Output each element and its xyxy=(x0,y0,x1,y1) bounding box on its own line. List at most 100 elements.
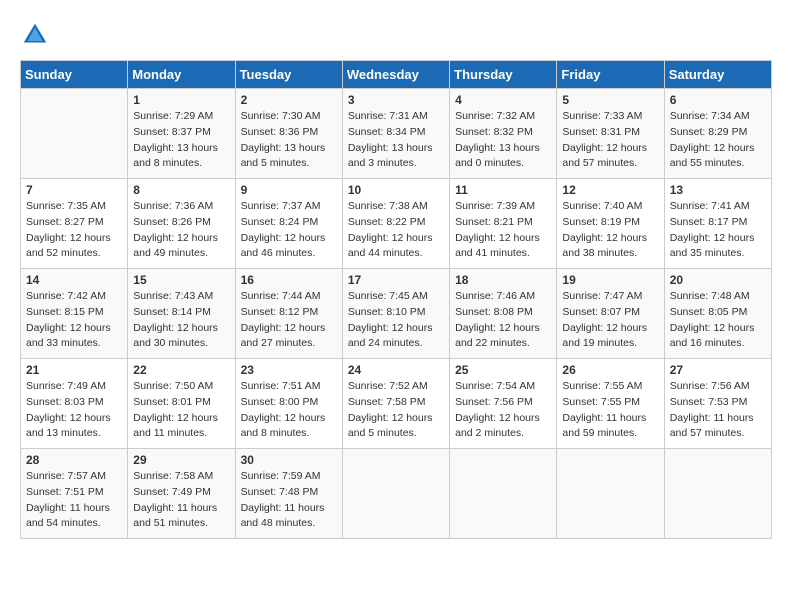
day-number: 21 xyxy=(26,363,122,377)
sunrise: Sunrise: 7:34 AM xyxy=(670,110,750,122)
day-info: Sunrise: 7:43 AM Sunset: 8:14 PM Dayligh… xyxy=(133,289,229,352)
daylight: Daylight: 13 hours and 8 minutes. xyxy=(133,142,218,170)
day-cell: 17 Sunrise: 7:45 AM Sunset: 8:10 PM Dayl… xyxy=(342,269,449,359)
day-cell: 9 Sunrise: 7:37 AM Sunset: 8:24 PM Dayli… xyxy=(235,179,342,269)
week-row-3: 21 Sunrise: 7:49 AM Sunset: 8:03 PM Dayl… xyxy=(21,359,772,449)
day-cell: 20 Sunrise: 7:48 AM Sunset: 8:05 PM Dayl… xyxy=(664,269,771,359)
day-cell: 29 Sunrise: 7:58 AM Sunset: 7:49 PM Dayl… xyxy=(128,449,235,539)
day-number: 17 xyxy=(348,273,444,287)
day-number: 27 xyxy=(670,363,766,377)
daylight: Daylight: 13 hours and 3 minutes. xyxy=(348,142,433,170)
sunrise: Sunrise: 7:46 AM xyxy=(455,290,535,302)
sunset: Sunset: 8:27 PM xyxy=(26,216,104,228)
sunset: Sunset: 8:05 PM xyxy=(670,306,748,318)
daylight: Daylight: 11 hours and 48 minutes. xyxy=(241,502,325,530)
daylight: Daylight: 12 hours and 11 minutes. xyxy=(133,412,218,440)
sunset: Sunset: 8:10 PM xyxy=(348,306,426,318)
sunset: Sunset: 7:53 PM xyxy=(670,396,748,408)
daylight: Daylight: 12 hours and 41 minutes. xyxy=(455,232,540,260)
sunset: Sunset: 8:14 PM xyxy=(133,306,211,318)
day-number: 2 xyxy=(241,93,337,107)
daylight: Daylight: 12 hours and 38 minutes. xyxy=(562,232,647,260)
sunset: Sunset: 7:51 PM xyxy=(26,486,104,498)
day-number: 19 xyxy=(562,273,658,287)
sunrise: Sunrise: 7:32 AM xyxy=(455,110,535,122)
day-number: 18 xyxy=(455,273,551,287)
day-info: Sunrise: 7:33 AM Sunset: 8:31 PM Dayligh… xyxy=(562,109,658,172)
day-info: Sunrise: 7:37 AM Sunset: 8:24 PM Dayligh… xyxy=(241,199,337,262)
day-info: Sunrise: 7:46 AM Sunset: 8:08 PM Dayligh… xyxy=(455,289,551,352)
logo xyxy=(20,20,54,50)
day-info: Sunrise: 7:45 AM Sunset: 8:10 PM Dayligh… xyxy=(348,289,444,352)
day-cell: 15 Sunrise: 7:43 AM Sunset: 8:14 PM Dayl… xyxy=(128,269,235,359)
day-number: 12 xyxy=(562,183,658,197)
sunset: Sunset: 7:56 PM xyxy=(455,396,533,408)
sunrise: Sunrise: 7:59 AM xyxy=(241,470,321,482)
header-friday: Friday xyxy=(557,61,664,89)
day-cell: 6 Sunrise: 7:34 AM Sunset: 8:29 PM Dayli… xyxy=(664,89,771,179)
sunrise: Sunrise: 7:31 AM xyxy=(348,110,428,122)
week-row-2: 14 Sunrise: 7:42 AM Sunset: 8:15 PM Dayl… xyxy=(21,269,772,359)
day-cell: 28 Sunrise: 7:57 AM Sunset: 7:51 PM Dayl… xyxy=(21,449,128,539)
day-number: 16 xyxy=(241,273,337,287)
daylight: Daylight: 12 hours and 22 minutes. xyxy=(455,322,540,350)
daylight: Daylight: 12 hours and 2 minutes. xyxy=(455,412,540,440)
daylight: Daylight: 12 hours and 5 minutes. xyxy=(348,412,433,440)
day-info: Sunrise: 7:56 AM Sunset: 7:53 PM Dayligh… xyxy=(670,379,766,442)
day-info: Sunrise: 7:36 AM Sunset: 8:26 PM Dayligh… xyxy=(133,199,229,262)
day-cell: 12 Sunrise: 7:40 AM Sunset: 8:19 PM Dayl… xyxy=(557,179,664,269)
daylight: Daylight: 12 hours and 13 minutes. xyxy=(26,412,111,440)
daylight: Daylight: 12 hours and 35 minutes. xyxy=(670,232,755,260)
sunrise: Sunrise: 7:40 AM xyxy=(562,200,642,212)
sunrise: Sunrise: 7:56 AM xyxy=(670,380,750,392)
day-cell xyxy=(664,449,771,539)
day-info: Sunrise: 7:39 AM Sunset: 8:21 PM Dayligh… xyxy=(455,199,551,262)
day-cell xyxy=(342,449,449,539)
day-cell: 25 Sunrise: 7:54 AM Sunset: 7:56 PM Dayl… xyxy=(450,359,557,449)
daylight: Daylight: 13 hours and 5 minutes. xyxy=(241,142,326,170)
sunrise: Sunrise: 7:43 AM xyxy=(133,290,213,302)
day-cell: 4 Sunrise: 7:32 AM Sunset: 8:32 PM Dayli… xyxy=(450,89,557,179)
day-info: Sunrise: 7:41 AM Sunset: 8:17 PM Dayligh… xyxy=(670,199,766,262)
day-number: 15 xyxy=(133,273,229,287)
day-cell: 23 Sunrise: 7:51 AM Sunset: 8:00 PM Dayl… xyxy=(235,359,342,449)
day-number: 25 xyxy=(455,363,551,377)
sunrise: Sunrise: 7:39 AM xyxy=(455,200,535,212)
sunrise: Sunrise: 7:36 AM xyxy=(133,200,213,212)
day-number: 24 xyxy=(348,363,444,377)
header-thursday: Thursday xyxy=(450,61,557,89)
day-cell: 3 Sunrise: 7:31 AM Sunset: 8:34 PM Dayli… xyxy=(342,89,449,179)
day-info: Sunrise: 7:40 AM Sunset: 8:19 PM Dayligh… xyxy=(562,199,658,262)
header-sunday: Sunday xyxy=(21,61,128,89)
sunset: Sunset: 8:37 PM xyxy=(133,126,211,138)
day-info: Sunrise: 7:49 AM Sunset: 8:03 PM Dayligh… xyxy=(26,379,122,442)
daylight: Daylight: 12 hours and 49 minutes. xyxy=(133,232,218,260)
day-cell xyxy=(450,449,557,539)
sunrise: Sunrise: 7:35 AM xyxy=(26,200,106,212)
day-cell: 22 Sunrise: 7:50 AM Sunset: 8:01 PM Dayl… xyxy=(128,359,235,449)
sunrise: Sunrise: 7:38 AM xyxy=(348,200,428,212)
daylight: Daylight: 12 hours and 46 minutes. xyxy=(241,232,326,260)
day-info: Sunrise: 7:34 AM Sunset: 8:29 PM Dayligh… xyxy=(670,109,766,172)
sunset: Sunset: 7:58 PM xyxy=(348,396,426,408)
day-info: Sunrise: 7:44 AM Sunset: 8:12 PM Dayligh… xyxy=(241,289,337,352)
day-info: Sunrise: 7:50 AM Sunset: 8:01 PM Dayligh… xyxy=(133,379,229,442)
day-cell: 10 Sunrise: 7:38 AM Sunset: 8:22 PM Dayl… xyxy=(342,179,449,269)
day-info: Sunrise: 7:29 AM Sunset: 8:37 PM Dayligh… xyxy=(133,109,229,172)
day-info: Sunrise: 7:59 AM Sunset: 7:48 PM Dayligh… xyxy=(241,469,337,532)
sunrise: Sunrise: 7:55 AM xyxy=(562,380,642,392)
daylight: Daylight: 12 hours and 52 minutes. xyxy=(26,232,111,260)
day-cell: 27 Sunrise: 7:56 AM Sunset: 7:53 PM Dayl… xyxy=(664,359,771,449)
week-row-1: 7 Sunrise: 7:35 AM Sunset: 8:27 PM Dayli… xyxy=(21,179,772,269)
day-cell: 1 Sunrise: 7:29 AM Sunset: 8:37 PM Dayli… xyxy=(128,89,235,179)
sunrise: Sunrise: 7:49 AM xyxy=(26,380,106,392)
week-row-4: 28 Sunrise: 7:57 AM Sunset: 7:51 PM Dayl… xyxy=(21,449,772,539)
sunrise: Sunrise: 7:57 AM xyxy=(26,470,106,482)
day-cell: 19 Sunrise: 7:47 AM Sunset: 8:07 PM Dayl… xyxy=(557,269,664,359)
day-number: 7 xyxy=(26,183,122,197)
sunset: Sunset: 7:49 PM xyxy=(133,486,211,498)
day-info: Sunrise: 7:58 AM Sunset: 7:49 PM Dayligh… xyxy=(133,469,229,532)
day-cell: 18 Sunrise: 7:46 AM Sunset: 8:08 PM Dayl… xyxy=(450,269,557,359)
day-cell: 21 Sunrise: 7:49 AM Sunset: 8:03 PM Dayl… xyxy=(21,359,128,449)
day-number: 28 xyxy=(26,453,122,467)
